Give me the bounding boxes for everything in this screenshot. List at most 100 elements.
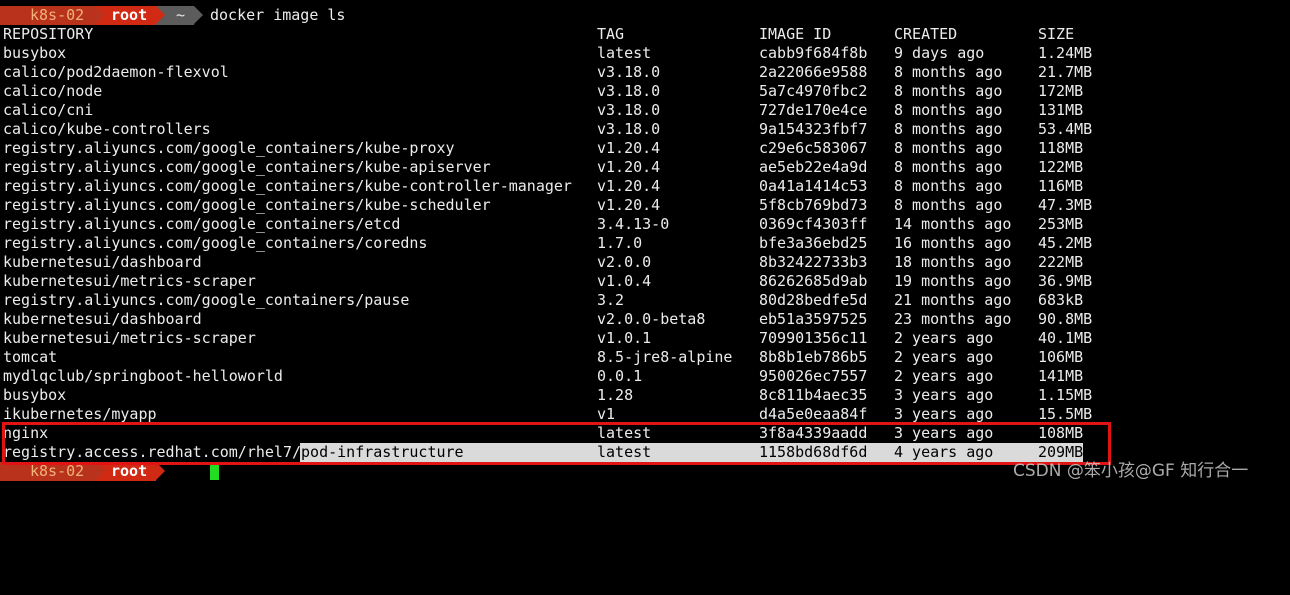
cell-image-id: 2a22066e9588 (759, 63, 868, 81)
cell-repository: kubernetesui/metrics-scraper (3, 272, 256, 290)
cell-image-id: cabb9f684f8b (759, 44, 868, 62)
cell-size: 222MB (1038, 253, 1084, 271)
header-repository: REPOSITORY (3, 25, 94, 43)
cell-image-id: c29e6c583067 (759, 139, 868, 157)
cell-repository: registry.aliyuncs.com/google_containers/… (3, 177, 572, 195)
prompt-cwd: ~ (176, 6, 186, 24)
cell-image-id: 0369cf4303ff (759, 215, 868, 233)
cell-created: 3 years ago (894, 405, 994, 423)
cell-size: 40.1MB (1038, 329, 1093, 347)
cell-size: 1.15MB (1038, 386, 1093, 404)
cell-tag: latest (597, 424, 652, 442)
cell-created: 9 days ago (894, 44, 985, 62)
cell-size: 253MB (1038, 215, 1084, 233)
cell-tag: v1.0.4 (597, 272, 652, 290)
image-row: registry.aliyuncs.com/google_containers/… (0, 234, 1290, 253)
cell-tag: latest (597, 443, 652, 461)
header-tag: TAG (597, 25, 625, 43)
cell-tag: v1.0.1 (597, 329, 652, 347)
cell-created: 23 months ago (894, 310, 1012, 328)
cell-tag: 3.4.13-0 (597, 215, 670, 233)
cell-repository: registry.aliyuncs.com/google_containers/… (3, 196, 491, 214)
cell-size: 172MB (1038, 82, 1084, 100)
cell-size: 21.7MB (1038, 63, 1093, 81)
cell-repository: kubernetesui/dashboard (3, 310, 202, 328)
powerline-separator (194, 6, 203, 24)
image-row: kubernetesui/dashboard v2.0.0-beta8 eb51a3… (0, 310, 1290, 329)
cell-image-id: bfe3a36ebd25 (759, 234, 868, 252)
cell-image-id: ae5eb22e4a9d (759, 158, 868, 176)
image-row: registry.aliyuncs.com/google_containers/… (0, 158, 1290, 177)
cell-tag: v1.20.4 (597, 139, 661, 157)
image-row: ikubernetes/myapp v1 d4a5e0eaa84f 3 years a… (0, 405, 1290, 424)
cell-tag: v1 (597, 405, 616, 423)
cell-repository: registry.aliyuncs.com/google_containers/… (3, 139, 455, 157)
cell-repository: calico/cni (3, 101, 94, 119)
image-row: registry.aliyuncs.com/google_containers/… (0, 139, 1290, 158)
image-row: tomcat 8.5-jre8-alpine 8b8b1eb786b5 2 years… (0, 348, 1290, 367)
command-text: docker image ls (210, 6, 346, 24)
cell-size: 131MB (1038, 101, 1084, 119)
image-row: mydlqclub/springboot-helloworld 0.0.1 9500… (0, 367, 1290, 386)
cell-repository: tomcat (3, 348, 58, 366)
cell-created: 2 years ago (894, 348, 994, 366)
cell-repository: kubernetesui/dashboard (3, 253, 202, 271)
image-row: calico/kube-controllers v3.18.0 9a154323fb… (0, 120, 1290, 139)
image-row: registry.aliyuncs.com/google_containers/… (0, 215, 1290, 234)
prompt-host: k8s-02 (30, 462, 85, 480)
cell-image-id: 5a7c4970fbc2 (759, 82, 868, 100)
cell-tag: 3.2 (597, 291, 625, 309)
prompt-user-segment: root (96, 6, 156, 25)
prompt-user-segment: root (96, 462, 156, 481)
cell-size: 45.2MB (1038, 234, 1093, 252)
cell-created: 3 years ago (894, 424, 994, 442)
cell-repository: registry.access.redhat.com/rhel7/pod-inf… (3, 443, 464, 462)
image-row: kubernetesui/metrics-scraper v1.0.1 709901… (0, 329, 1290, 348)
cell-image-id: d4a5e0eaa84f (759, 405, 868, 423)
cell-tag: v1.20.4 (597, 177, 661, 195)
cell-repository: ikubernetes/myapp (3, 405, 157, 423)
cell-size: 90.8MB (1038, 310, 1093, 328)
cell-size: 116MB (1038, 177, 1084, 195)
prompt-user: root (111, 462, 148, 480)
cell-created: 8 months ago (894, 196, 1003, 214)
cell-repository: calico/node (3, 82, 103, 100)
cell-tag: 8.5-jre8-alpine (597, 348, 733, 366)
cell-created: 19 months ago (894, 272, 1012, 290)
cell-created: 8 months ago (894, 177, 1003, 195)
cell-tag: 1.7.0 (597, 234, 643, 252)
terminal-window[interactable]: k8s-02 root ~ docker image ls REPOSITORY… (0, 0, 1290, 489)
cell-repository: calico/kube-controllers (3, 120, 211, 138)
cell-size: 122MB (1038, 158, 1084, 176)
prompt-host-segment: k8s-02 (0, 462, 96, 481)
cell-size: 53.4MB (1038, 120, 1093, 138)
prompt-host: k8s-02 (30, 6, 85, 24)
cell-created: 8 months ago (894, 63, 1003, 81)
cell-created: 2 years ago (894, 367, 994, 385)
cell-created: 14 months ago (894, 215, 1012, 233)
cell-repository: registry.aliyuncs.com/google_containers/… (3, 234, 428, 252)
image-row: calico/pod2daemon-flexvol v3.18.0 2a22066e… (0, 63, 1290, 82)
image-row: registry.aliyuncs.com/google_containers/… (0, 196, 1290, 215)
image-row: calico/node v3.18.0 5a7c4970fbc2 8 months a… (0, 82, 1290, 101)
powerline-separator (96, 462, 105, 480)
cell-tag: v2.0.0-beta8 (597, 310, 706, 328)
cell-image-id: 8b8b1eb786b5 (759, 348, 868, 366)
terminal-cursor[interactable] (210, 463, 219, 480)
image-row: nginx latest 3f8a4339aadd 3 years ago 108MB (0, 424, 1290, 443)
cell-image-id: 709901356c11 (759, 329, 868, 347)
image-row: registry.aliyuncs.com/google_containers/… (0, 177, 1290, 196)
cell-tag: v3.18.0 (597, 101, 661, 119)
cell-created: 8 months ago (894, 82, 1003, 100)
powerline-separator (96, 6, 105, 24)
cell-created: 8 months ago (894, 120, 1003, 138)
cell-image-id: eb51a3597525 (759, 310, 868, 328)
cell-size: 1.24MB (1038, 44, 1093, 62)
cell-size: 118MB (1038, 139, 1084, 157)
cell-repository: busybox (3, 386, 67, 404)
cell-tag: v3.18.0 (597, 120, 661, 138)
cell-repository: calico/pod2daemon-flexvol (3, 63, 229, 81)
cell-repository: nginx (3, 424, 49, 442)
cell-size: 106MB (1038, 348, 1084, 366)
prompt-user: root (111, 6, 148, 24)
